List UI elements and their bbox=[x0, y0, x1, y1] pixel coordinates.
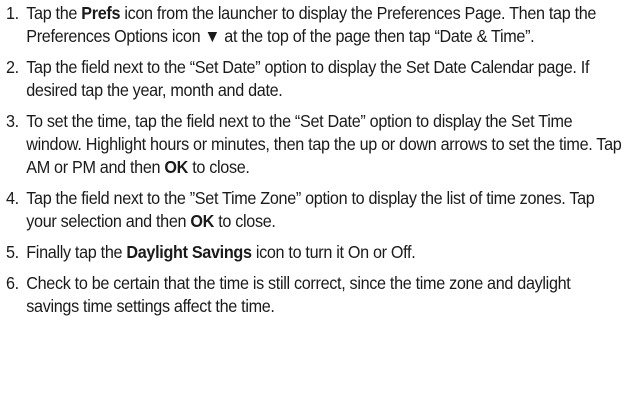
step-text: Tap the field next to the “Set Date” opt… bbox=[26, 56, 590, 100]
step-text: To set the time, tap the field next to t… bbox=[26, 110, 622, 177]
step-text: Finally tap the Daylight Savings icon to… bbox=[26, 241, 416, 262]
step-3: 3. To set the time, tap the field next t… bbox=[6, 110, 624, 178]
step-number: 3. bbox=[6, 110, 19, 131]
ok-label: OK bbox=[164, 156, 189, 177]
daylight-savings-label: Daylight Savings bbox=[126, 241, 252, 262]
instructions-page: 1. Tap the Prefs icon from the launcher … bbox=[0, 0, 631, 396]
step-text: Check to be certain that the time is sti… bbox=[26, 272, 571, 316]
step-number: 2. bbox=[6, 56, 19, 77]
step-2: 2. Tap the field next to the “Set Date” … bbox=[6, 56, 624, 102]
prefs-label: Prefs bbox=[81, 3, 121, 23]
step-number: 1. bbox=[6, 3, 19, 23]
step-number: 5. bbox=[6, 241, 19, 262]
step-list: 1. Tap the Prefs icon from the launcher … bbox=[6, 2, 625, 318]
step-1: 1. Tap the Prefs icon from the launcher … bbox=[6, 2, 624, 48]
step-4: 4. Tap the field next to the ”Set Time Z… bbox=[6, 187, 624, 233]
step-5: 5. Finally tap the Daylight Savings icon… bbox=[6, 241, 624, 264]
step-number: 4. bbox=[6, 187, 19, 208]
step-text: Tap the field next to the ”Set Time Zone… bbox=[26, 187, 595, 231]
step-text: Tap the Prefs icon from the launcher to … bbox=[26, 3, 597, 46]
ok-label: OK bbox=[190, 210, 215, 231]
step-number: 6. bbox=[6, 272, 19, 293]
step-6: 6. Check to be certain that the time is … bbox=[6, 272, 624, 318]
